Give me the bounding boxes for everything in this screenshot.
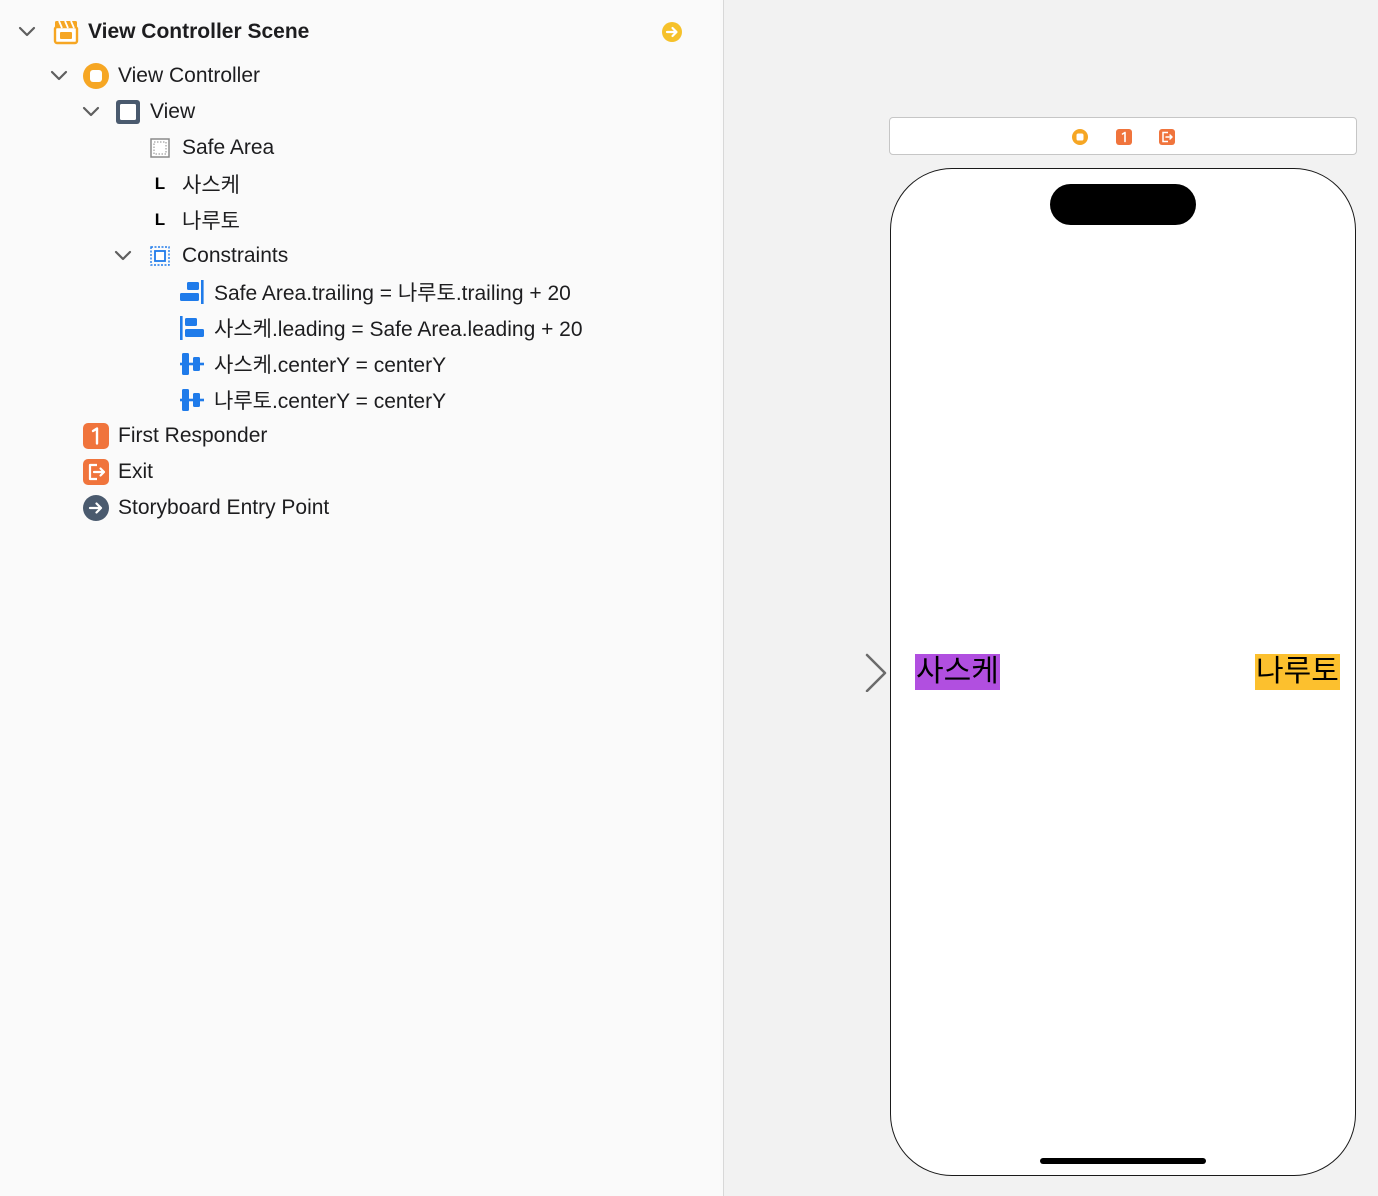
- safe-area-icon: [146, 134, 174, 162]
- outline-item-first-responder[interactable]: First Responder: [82, 418, 267, 454]
- scene-entry-arrow-icon[interactable]: [661, 21, 683, 43]
- entry-point-label: Storyboard Entry Point: [118, 496, 330, 519]
- label-naruto[interactable]: 나루토: [1255, 654, 1340, 690]
- home-indicator: [1040, 1158, 1206, 1164]
- outline-item-constraint[interactable]: Safe Area.trailing = 나루토.trailing + 20: [178, 274, 571, 310]
- view-controller-label: View Controller: [118, 64, 261, 87]
- outline-item-label-naruto[interactable]: L 나루토: [146, 202, 240, 238]
- leading-constraint-icon: [178, 314, 206, 342]
- exit-label: Exit: [118, 460, 154, 483]
- safe-area-label: Safe Area: [182, 136, 275, 159]
- outline-item-constraint[interactable]: 사스케.leading = Safe Area.leading + 20: [178, 310, 583, 346]
- exit-icon[interactable]: [1158, 128, 1176, 146]
- label-naruto-label: 나루토: [182, 210, 240, 233]
- label-icon: L: [154, 210, 166, 229]
- view-controller-icon[interactable]: [1071, 128, 1089, 146]
- outline-item-entry-point[interactable]: Storyboard Entry Point: [82, 490, 329, 526]
- exit-icon: [82, 458, 110, 486]
- outline-item-constraint[interactable]: 나루토.centerY = centerY: [178, 382, 446, 418]
- first-responder-icon[interactable]: [1115, 128, 1133, 146]
- constraint-label: Safe Area.trailing = 나루토.trailing + 20: [214, 282, 571, 305]
- constraint-label: 나루토.centerY = centerY: [214, 390, 447, 413]
- outline-item-constraints[interactable]: Constraints: [114, 238, 288, 274]
- document-outline: View Controller Scene View Controller Vi…: [0, 0, 724, 1196]
- chevron-down-icon[interactable]: [18, 24, 36, 40]
- constraint-label: 사스케.centerY = centerY: [214, 354, 447, 377]
- device-frame[interactable]: 사스케 나루토: [890, 168, 1356, 1176]
- chevron-down-icon[interactable]: [82, 104, 100, 120]
- entry-point-icon: [82, 494, 110, 522]
- center-y-constraint-icon: [178, 350, 206, 378]
- dynamic-island: [1050, 184, 1196, 225]
- storyboard-scene-icon: [52, 18, 80, 46]
- outline-item-label-sasuke[interactable]: L 사스케: [146, 166, 240, 202]
- storyboard-canvas[interactable]: 사스케 나루토: [725, 0, 1378, 1196]
- outline-item-constraint[interactable]: 사스케.centerY = centerY: [178, 346, 446, 382]
- label-icon: L: [154, 174, 166, 193]
- first-responder-icon: [82, 422, 110, 450]
- chevron-down-icon[interactable]: [50, 68, 68, 84]
- constraint-label: 사스케.leading = Safe Area.leading + 20: [214, 318, 583, 341]
- trailing-constraint-icon: [178, 278, 206, 306]
- view-label: View: [150, 100, 196, 123]
- center-y-constraint-icon: [178, 386, 206, 414]
- outline-item-safe-area[interactable]: Safe Area: [146, 130, 274, 166]
- outline-item-exit[interactable]: Exit: [82, 454, 153, 490]
- scene-dock[interactable]: [889, 117, 1357, 155]
- label-sasuke-label: 사스케: [182, 174, 240, 197]
- outline-item-scene[interactable]: View Controller Scene: [18, 14, 309, 50]
- outline-item-view[interactable]: View: [82, 94, 195, 130]
- first-responder-label: First Responder: [118, 424, 268, 447]
- outline-item-view-controller[interactable]: View Controller: [50, 58, 260, 94]
- view-icon: [114, 98, 142, 126]
- constraints-label: Constraints: [182, 244, 289, 267]
- view-controller-icon: [82, 62, 110, 90]
- entry-point-arrow-icon[interactable]: [771, 652, 891, 692]
- chevron-down-icon[interactable]: [114, 248, 132, 264]
- scene-title: View Controller Scene: [88, 20, 310, 43]
- label-sasuke[interactable]: 사스케: [915, 654, 1000, 690]
- constraints-icon: [146, 242, 174, 270]
